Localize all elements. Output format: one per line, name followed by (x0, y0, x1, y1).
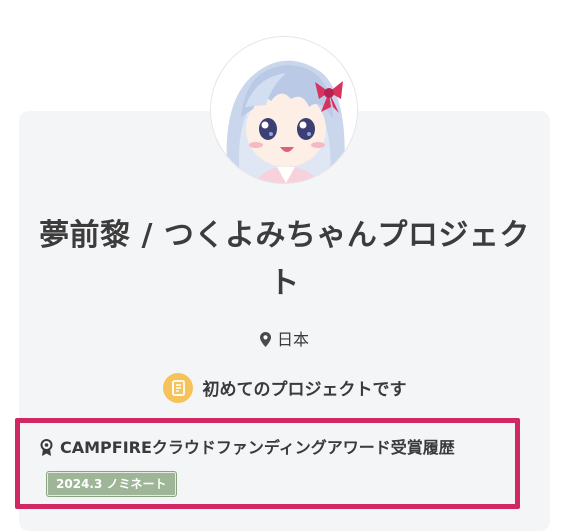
map-pin-icon (259, 331, 271, 353)
first-project-label: 初めてのプロジェクトです (202, 380, 407, 400)
location-text: 日本 (276, 330, 309, 349)
first-project-row: 初めてのプロジェクトです (0, 373, 569, 405)
award-history-highlight: CAMPFIREクラウドファンディングアワード受賞履歴 2024.3 ノミネート (15, 418, 520, 509)
award-nominee-badge[interactable]: 2024.3 ノミネート (46, 471, 177, 497)
project-title: 夢前黎 / つくよみちゃんプロジェクト (39, 218, 530, 301)
first-project-badge-icon (162, 373, 193, 403)
project-avatar (211, 37, 357, 183)
award-medal-icon (40, 439, 53, 462)
avatar-illustration (211, 37, 357, 183)
location-row: 日本 (0, 329, 569, 353)
award-heading-row: CAMPFIREクラウドファンディングアワード受賞履歴 (40, 437, 455, 462)
award-heading: CAMPFIREクラウドファンディングアワード受賞履歴 (60, 438, 455, 457)
